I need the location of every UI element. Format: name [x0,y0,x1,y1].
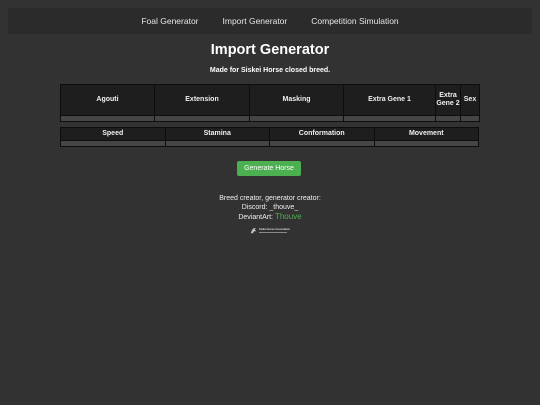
discord-label: Discord: [241,204,270,211]
discord-handle: _thouve_ [269,204,299,211]
stats-table: Speed Stamina Conformation Movement [60,127,479,147]
header-agouti: Agouti [60,84,155,116]
cell-agouti [60,115,155,122]
genes-table: Agouti Extension Masking Extra Gene 1 Ex… [60,84,480,122]
page-subtitle: Made for Siskei Horse closed breed. [209,67,331,74]
cell-conformation [269,140,375,147]
cell-sex [460,115,480,122]
cell-movement [373,140,479,147]
cell-speed [60,140,166,147]
header-stamina: Stamina [164,127,270,141]
header-movement: Movement [373,127,479,141]
header-extension: Extension [154,84,250,116]
generate-horse-button[interactable]: Generate Horse [237,161,301,176]
stats-header-row: Speed Stamina Conformation Movement [60,127,479,141]
cell-extension [154,115,250,122]
cell-extra-gene-1 [343,115,436,122]
header-conformation: Conformation [269,127,375,141]
header-extra-gene-2: Extra Gene 2 [435,84,461,116]
top-navbar: Foal Generator Import Generator Competit… [8,8,532,34]
badge-underline [259,231,287,233]
header-extra-gene-1: Extra Gene 1 [343,84,436,116]
genes-header-row: Agouti Extension Masking Extra Gene 1 Ex… [60,84,480,116]
stats-row [60,140,479,147]
cell-stamina [164,140,270,147]
association-badge: Siskei Horse Association [250,226,290,234]
deviantart-label: DeviantArt: [238,214,275,221]
deviantart-line: DeviantArt: Thouve [0,212,540,222]
deviantart-link[interactable]: Thouve [275,212,302,221]
genes-row [60,115,480,122]
header-masking: Masking [249,84,344,116]
header-speed: Speed [60,127,166,141]
credits: Breed creator, generator creator: Discor… [0,194,540,222]
discord-line: Discord: _thouve_ [0,203,540,212]
nav-foal-generator[interactable]: Foal Generator [141,16,198,26]
credits-line: Breed creator, generator creator: [219,195,321,202]
badge-text: Siskei Horse Association [259,227,290,231]
cell-extra-gene-2 [435,115,461,122]
page-title: Import Generator [210,42,330,58]
cell-masking [249,115,344,122]
nav-competition-simulation[interactable]: Competition Simulation [311,16,398,26]
horse-logo-icon [250,227,257,233]
nav-import-generator[interactable]: Import Generator [223,16,288,26]
header-sex: Sex [460,84,480,116]
